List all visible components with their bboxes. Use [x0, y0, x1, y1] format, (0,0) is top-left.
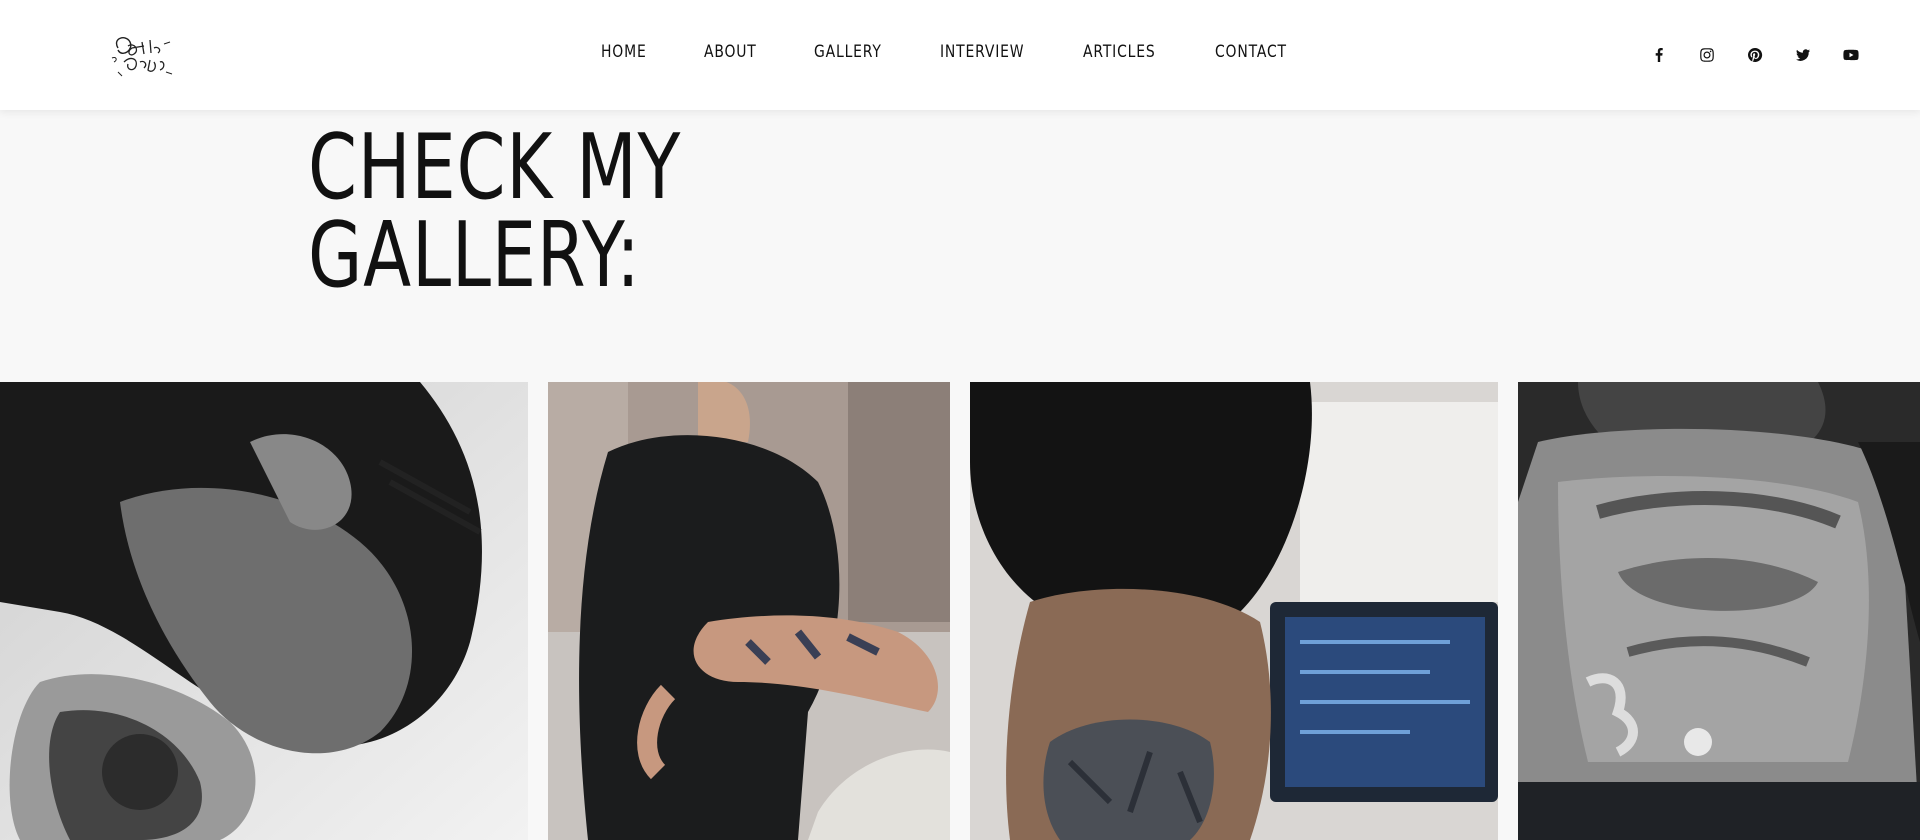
youtube-icon[interactable] [1840, 44, 1862, 66]
woman-neck-tattoo-laptop-image [970, 382, 1498, 840]
man-arm-tattoos-railing-image [548, 382, 950, 840]
site-header: HOME ABOUT GALLERY INTERVIEW ARTICLES CO… [0, 0, 1920, 110]
gallery-photo-3[interactable] [970, 382, 1498, 840]
twitter-icon[interactable] [1792, 44, 1814, 66]
gallery-photo-4[interactable] [1518, 382, 1920, 840]
nav-gallery[interactable]: GALLERY [814, 42, 882, 68]
title-line-2: GALLERY: [308, 203, 641, 308]
man-full-body-tattoos-image [1518, 382, 1920, 840]
main-nav: HOME ABOUT GALLERY INTERVIEW ARTICLES CO… [0, 0, 1920, 110]
nav-contact[interactable]: CONTACT [1215, 42, 1287, 68]
nav-interview[interactable]: INTERVIEW [940, 42, 1024, 68]
nav-articles[interactable]: ARTICLES [1083, 42, 1156, 68]
pinterest-icon[interactable] [1744, 44, 1766, 66]
nav-about[interactable]: ABOUT [704, 42, 757, 68]
gallery-photo-2[interactable] [548, 382, 950, 840]
nav-home[interactable]: HOME [601, 42, 647, 68]
page-title: CHECK MY GALLERY: [308, 123, 854, 301]
facebook-icon[interactable] [1648, 44, 1670, 66]
tattooed-man-praying-image [0, 382, 528, 840]
instagram-icon[interactable] [1696, 44, 1718, 66]
gallery-photo-1[interactable] [0, 382, 528, 840]
